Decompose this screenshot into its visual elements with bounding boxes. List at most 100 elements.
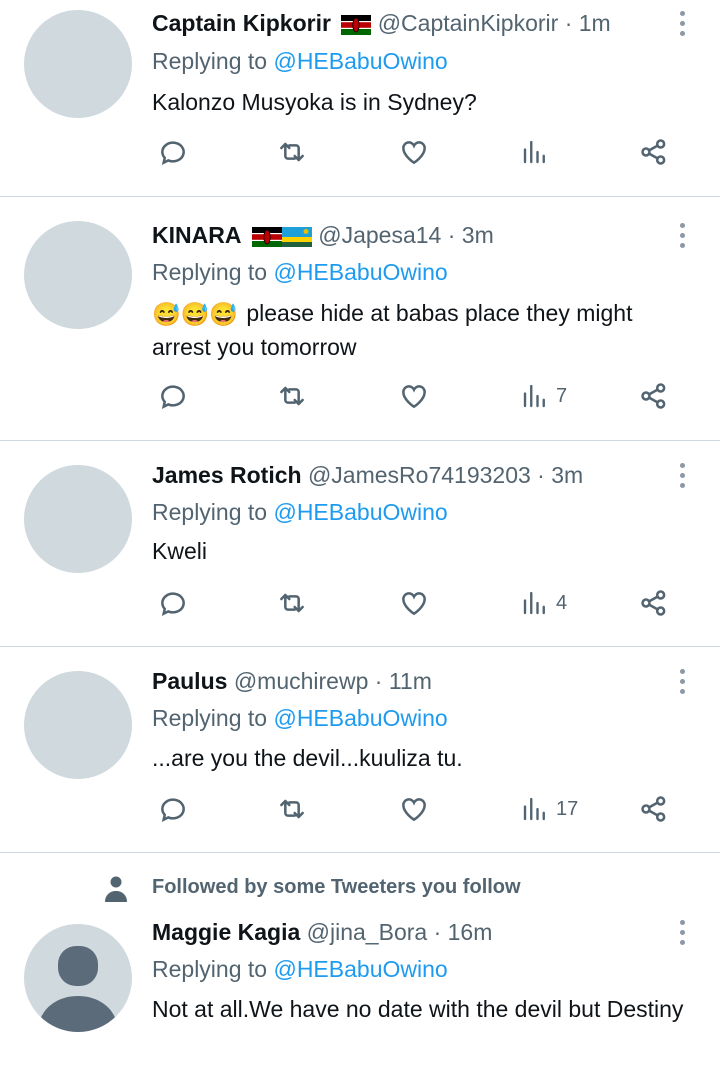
views-button[interactable]: 4 <box>520 587 567 619</box>
more-options-icon[interactable] <box>678 223 686 248</box>
separator-dot: · <box>537 462 545 488</box>
retweet-icon <box>280 593 304 613</box>
timestamp[interactable]: 3m <box>462 222 494 248</box>
replying-to-label: Replying to <box>152 48 268 74</box>
share-button[interactable] <box>638 136 670 168</box>
mention-link[interactable]: @HEBabuOwino <box>273 259 447 285</box>
views-count: 7 <box>556 384 568 407</box>
avatar[interactable] <box>24 671 132 779</box>
reply-button[interactable] <box>157 136 189 168</box>
mention-link[interactable]: @HEBabuOwino <box>273 499 447 525</box>
tweet-header: Maggie Kagia @jina_Bora · 16m <box>152 917 492 947</box>
avatar[interactable] <box>24 221 132 329</box>
replying-to: Replying to @HEBabuOwino <box>152 46 448 76</box>
tweet-header: Paulus @muchirewp · 11m <box>152 666 432 696</box>
share-icon <box>641 383 666 409</box>
replying-to-label: Replying to <box>152 705 268 731</box>
share-icon <box>641 139 666 165</box>
person-icon <box>105 876 127 902</box>
share-button[interactable] <box>638 793 670 825</box>
tweet-actions: 7 <box>0 380 720 420</box>
views-button[interactable]: 17 <box>520 793 578 825</box>
timestamp[interactable]: 1m <box>579 10 611 36</box>
more-options-icon[interactable] <box>678 669 686 694</box>
tweet-text: Kweli <box>152 538 207 564</box>
tweet-header: Captain Kipkorir @CaptainKipkorir · 1m <box>152 8 611 38</box>
retweet-icon <box>280 142 304 162</box>
views-button[interactable] <box>520 136 556 168</box>
tweet-text: 😅😅😅 please hide at babas place they migh… <box>152 297 692 364</box>
share-button[interactable] <box>638 380 670 412</box>
timestamp[interactable]: 3m <box>551 462 583 488</box>
more-options-icon[interactable] <box>678 463 686 488</box>
like-button[interactable] <box>398 136 430 168</box>
user-handle[interactable]: @JamesRo74193203 <box>308 462 531 488</box>
replying-to: Replying to @HEBabuOwino <box>152 497 448 527</box>
views-icon <box>523 140 545 164</box>
user-name[interactable]: Maggie Kagia <box>152 919 300 945</box>
user-handle[interactable]: @jina_Bora <box>307 919 428 945</box>
mention-link[interactable]: @HEBabuOwino <box>273 48 447 74</box>
avatar[interactable] <box>24 465 132 573</box>
like-button[interactable] <box>398 587 430 619</box>
tweet-text: Not at all.We have no date with the devi… <box>152 996 684 1022</box>
tweet-actions <box>0 136 720 176</box>
views-count: 17 <box>556 797 579 820</box>
avatar[interactable] <box>24 924 132 1032</box>
tweet[interactable]: Followed by some Tweeters you follow Mag… <box>0 853 720 1075</box>
user-handle[interactable]: @Japesa14 <box>318 222 441 248</box>
timestamp[interactable]: 11m <box>389 668 432 694</box>
heart-icon <box>402 385 426 409</box>
retweet-button[interactable] <box>276 793 308 825</box>
kenya-flag-icon <box>341 14 372 35</box>
user-handle[interactable]: @muchirewp <box>234 668 369 694</box>
like-button[interactable] <box>398 380 430 412</box>
retweet-button[interactable] <box>276 587 308 619</box>
reply-button[interactable] <box>157 793 189 825</box>
tweet[interactable]: Captain Kipkorir @CaptainKipkorir · 1m R… <box>0 0 720 196</box>
retweet-icon <box>280 799 304 819</box>
replying-to: Replying to @HEBabuOwino <box>152 954 448 984</box>
tweet-header: KINARA @Japesa14 · 3m <box>152 220 494 250</box>
grinning-sweat-emoji-icon: 😅😅😅 <box>152 301 238 328</box>
mention-link[interactable]: @HEBabuOwino <box>273 956 447 982</box>
share-icon <box>641 590 666 616</box>
views-button[interactable]: 7 <box>520 380 567 412</box>
default-avatar-icon <box>38 946 118 1032</box>
retweet-icon <box>280 386 304 406</box>
share-button[interactable] <box>638 587 670 619</box>
reply-icon <box>161 141 185 165</box>
separator-dot: · <box>447 222 456 248</box>
user-name[interactable]: Captain Kipkorir <box>152 10 331 36</box>
reply-icon <box>161 592 185 616</box>
user-name[interactable]: Paulus <box>152 668 227 694</box>
tweet[interactable]: Paulus @muchirewp · 11m Replying to @HEB… <box>0 647 720 852</box>
retweet-button[interactable] <box>276 380 308 412</box>
user-name[interactable]: KINARA <box>152 222 241 248</box>
tweet[interactable]: KINARA @Japesa14 · 3m Replying to @HEBab… <box>0 197 720 440</box>
separator-dot: · <box>433 919 442 945</box>
reply-button[interactable] <box>157 380 189 412</box>
mention-link[interactable]: @HEBabuOwino <box>273 705 447 731</box>
replying-to: Replying to @HEBabuOwino <box>152 257 448 287</box>
tweet-text: Kalonzo Musyoka is in Sydney? <box>152 89 477 115</box>
user-handle[interactable]: @CaptainKipkorir <box>378 10 559 36</box>
retweet-button[interactable] <box>276 136 308 168</box>
like-button[interactable] <box>398 793 430 825</box>
replying-to-label: Replying to <box>152 956 268 982</box>
timestamp[interactable]: 16m <box>448 919 493 945</box>
tweet-actions: 4 <box>0 587 720 627</box>
user-name[interactable]: James Rotich <box>152 462 302 488</box>
more-options-icon[interactable] <box>678 11 686 36</box>
reply-icon <box>161 798 185 822</box>
heart-icon <box>402 798 426 822</box>
views-icon <box>523 591 545 615</box>
more-options-icon[interactable] <box>678 920 686 945</box>
tweet[interactable]: James Rotich @JamesRo74193203 · 3m Reply… <box>0 441 720 646</box>
reply-button[interactable] <box>157 587 189 619</box>
tweet-text: ...are you the devil...kuuliza tu. <box>152 745 463 771</box>
avatar[interactable] <box>24 10 132 118</box>
separator-dot: · <box>564 10 573 36</box>
views-icon <box>523 384 545 408</box>
heart-icon <box>402 592 426 616</box>
